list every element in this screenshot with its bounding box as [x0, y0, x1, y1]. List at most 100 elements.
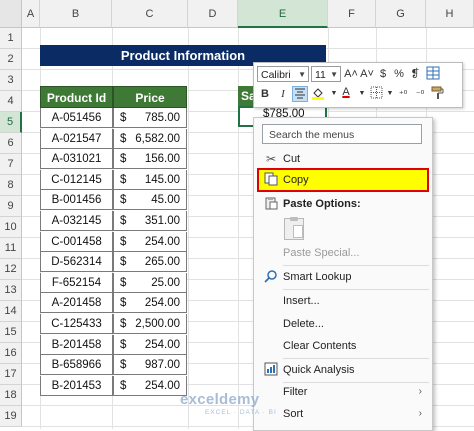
row-header-18[interactable]: 18: [0, 385, 22, 406]
price-cell[interactable]: $785.00: [113, 108, 187, 128]
product-id-cell[interactable]: B-201453: [40, 375, 113, 396]
price-cell[interactable]: $254.00: [113, 293, 187, 314]
font-size-box[interactable]: 11 ▼: [311, 66, 341, 82]
font-name-value: Calibri: [261, 69, 291, 81]
column-header-g[interactable]: G: [376, 0, 426, 28]
clipboard-sheet: [293, 225, 303, 238]
column-header-d[interactable]: D: [188, 0, 238, 28]
product-id-cell[interactable]: B-658966: [40, 355, 113, 376]
product-id-cell[interactable]: C-012145: [40, 169, 113, 190]
increase-font-size-icon[interactable]: A˄: [343, 66, 359, 82]
row-header-4[interactable]: 4: [0, 91, 22, 112]
search-menus-input[interactable]: Search the menus: [262, 124, 422, 144]
currency-symbol: $: [120, 173, 127, 186]
row-header-12[interactable]: 12: [0, 259, 22, 280]
product-id-cell[interactable]: F-652154: [40, 272, 113, 293]
gridline: [188, 28, 189, 429]
row-header-15[interactable]: 15: [0, 322, 22, 343]
header-product-id[interactable]: Product Id: [40, 86, 113, 108]
price-cell[interactable]: $351.00: [113, 211, 187, 231]
product-id-cell[interactable]: D-562314: [40, 252, 113, 273]
fill-color-icon[interactable]: [310, 86, 326, 102]
price-cell[interactable]: $2,500.00: [113, 314, 187, 334]
accounting-format-icon[interactable]: $: [375, 66, 391, 82]
price-value: 156.00: [144, 153, 180, 166]
font-name-box[interactable]: Calibri ▼: [257, 66, 309, 82]
menu-item-delete[interactable]: Delete...: [254, 314, 432, 334]
menu-item-paste-special[interactable]: Paste Special...: [254, 243, 432, 263]
row-header-13[interactable]: 13: [0, 280, 22, 301]
column-header-h[interactable]: H: [426, 0, 474, 28]
row-header-2[interactable]: 2: [0, 49, 22, 70]
product-id-cell[interactable]: A-021547: [40, 128, 113, 149]
column-header-c[interactable]: C: [112, 0, 188, 28]
font-color-icon[interactable]: A: [338, 84, 354, 100]
product-id-cell[interactable]: C-125433: [40, 314, 113, 334]
format-table-icon[interactable]: [425, 66, 441, 82]
column-header-b[interactable]: B: [40, 0, 112, 28]
row-header-10[interactable]: 10: [0, 217, 22, 238]
menu-item-sort[interactable]: Sort ›: [254, 404, 432, 424]
row-header-16[interactable]: 16: [0, 343, 22, 364]
row-header-8[interactable]: 8: [0, 175, 22, 196]
menu-item-cut[interactable]: ✂ Cut: [254, 149, 432, 169]
select-all-corner[interactable]: [0, 0, 22, 28]
menu-item-smart-lookup[interactable]: Smart Lookup: [254, 267, 432, 287]
paste-icon[interactable]: [284, 217, 304, 240]
row-header-11[interactable]: 11: [0, 238, 22, 259]
price-cell[interactable]: $25.00: [113, 272, 187, 293]
product-id-cell[interactable]: A-032145: [40, 211, 113, 231]
price-cell[interactable]: $254.00: [113, 231, 187, 252]
price-value: 2,500.00: [135, 318, 180, 330]
price-cell[interactable]: $6,582.00: [113, 128, 187, 149]
row-header-7[interactable]: 7: [0, 154, 22, 175]
menu-item-copy[interactable]: Copy: [254, 170, 432, 190]
product-id-cell[interactable]: A-201458: [40, 293, 113, 314]
row-header-17[interactable]: 17: [0, 364, 22, 385]
price-cell[interactable]: $987.00: [113, 355, 187, 376]
row-header-5[interactable]: 5: [0, 112, 22, 133]
price-cell[interactable]: $265.00: [113, 252, 187, 273]
price-cell[interactable]: $145.00: [113, 169, 187, 190]
row-header-14[interactable]: 14: [0, 301, 22, 322]
chevron-right-icon: ›: [418, 408, 422, 419]
menu-separator: [283, 289, 429, 290]
context-menu: Search the menus ✂ Cut Copy Paste Option…: [253, 117, 433, 431]
menu-item-clear-contents[interactable]: Clear Contents: [254, 336, 432, 356]
copy-icon: [263, 172, 279, 188]
format-painter-icon[interactable]: [430, 86, 446, 102]
price-cell[interactable]: $45.00: [113, 190, 187, 211]
bold-button[interactable]: B: [257, 86, 273, 102]
row-header-1[interactable]: 1: [0, 28, 22, 49]
product-id-cell[interactable]: A-031021: [40, 149, 113, 170]
menu-item-label: Paste Options:: [283, 198, 361, 210]
comma-style-icon[interactable]: ❡: [407, 66, 423, 82]
menu-item-filter[interactable]: Filter ›: [254, 382, 432, 402]
percent-style-icon[interactable]: %: [391, 66, 407, 82]
price-cell[interactable]: $254.00: [113, 375, 187, 396]
row-header-3[interactable]: 3: [0, 70, 22, 91]
header-price[interactable]: Price: [113, 86, 187, 108]
menu-item-quick-analysis[interactable]: Quick Analysis: [254, 360, 432, 380]
product-id-cell[interactable]: B-001456: [40, 190, 113, 211]
menu-item-insert[interactable]: Insert...: [254, 291, 432, 311]
price-value: 145.00: [144, 173, 180, 186]
product-id-cell[interactable]: A-051456: [40, 108, 113, 128]
decrease-decimal-icon[interactable]: ⁻⁰: [412, 86, 428, 102]
row-header-19[interactable]: 19: [0, 406, 22, 427]
column-header-f[interactable]: F: [328, 0, 376, 28]
increase-decimal-icon[interactable]: ⁺⁰: [395, 86, 411, 102]
decrease-font-size-icon[interactable]: A˅: [359, 66, 375, 82]
price-cell[interactable]: $254.00: [113, 334, 187, 355]
column-header-a[interactable]: A: [22, 0, 40, 28]
price-cell[interactable]: $156.00: [113, 149, 187, 170]
column-header-e[interactable]: E: [238, 0, 328, 28]
search-icon: [263, 269, 279, 285]
italic-button[interactable]: I: [275, 86, 291, 102]
product-id-cell[interactable]: C-001458: [40, 231, 113, 252]
product-id-cell[interactable]: B-201458: [40, 334, 113, 355]
row-header-6[interactable]: 6: [0, 133, 22, 154]
watermark-logo: exceldemy: [180, 391, 260, 408]
center-align-icon[interactable]: [292, 86, 308, 102]
row-header-9[interactable]: 9: [0, 196, 22, 217]
